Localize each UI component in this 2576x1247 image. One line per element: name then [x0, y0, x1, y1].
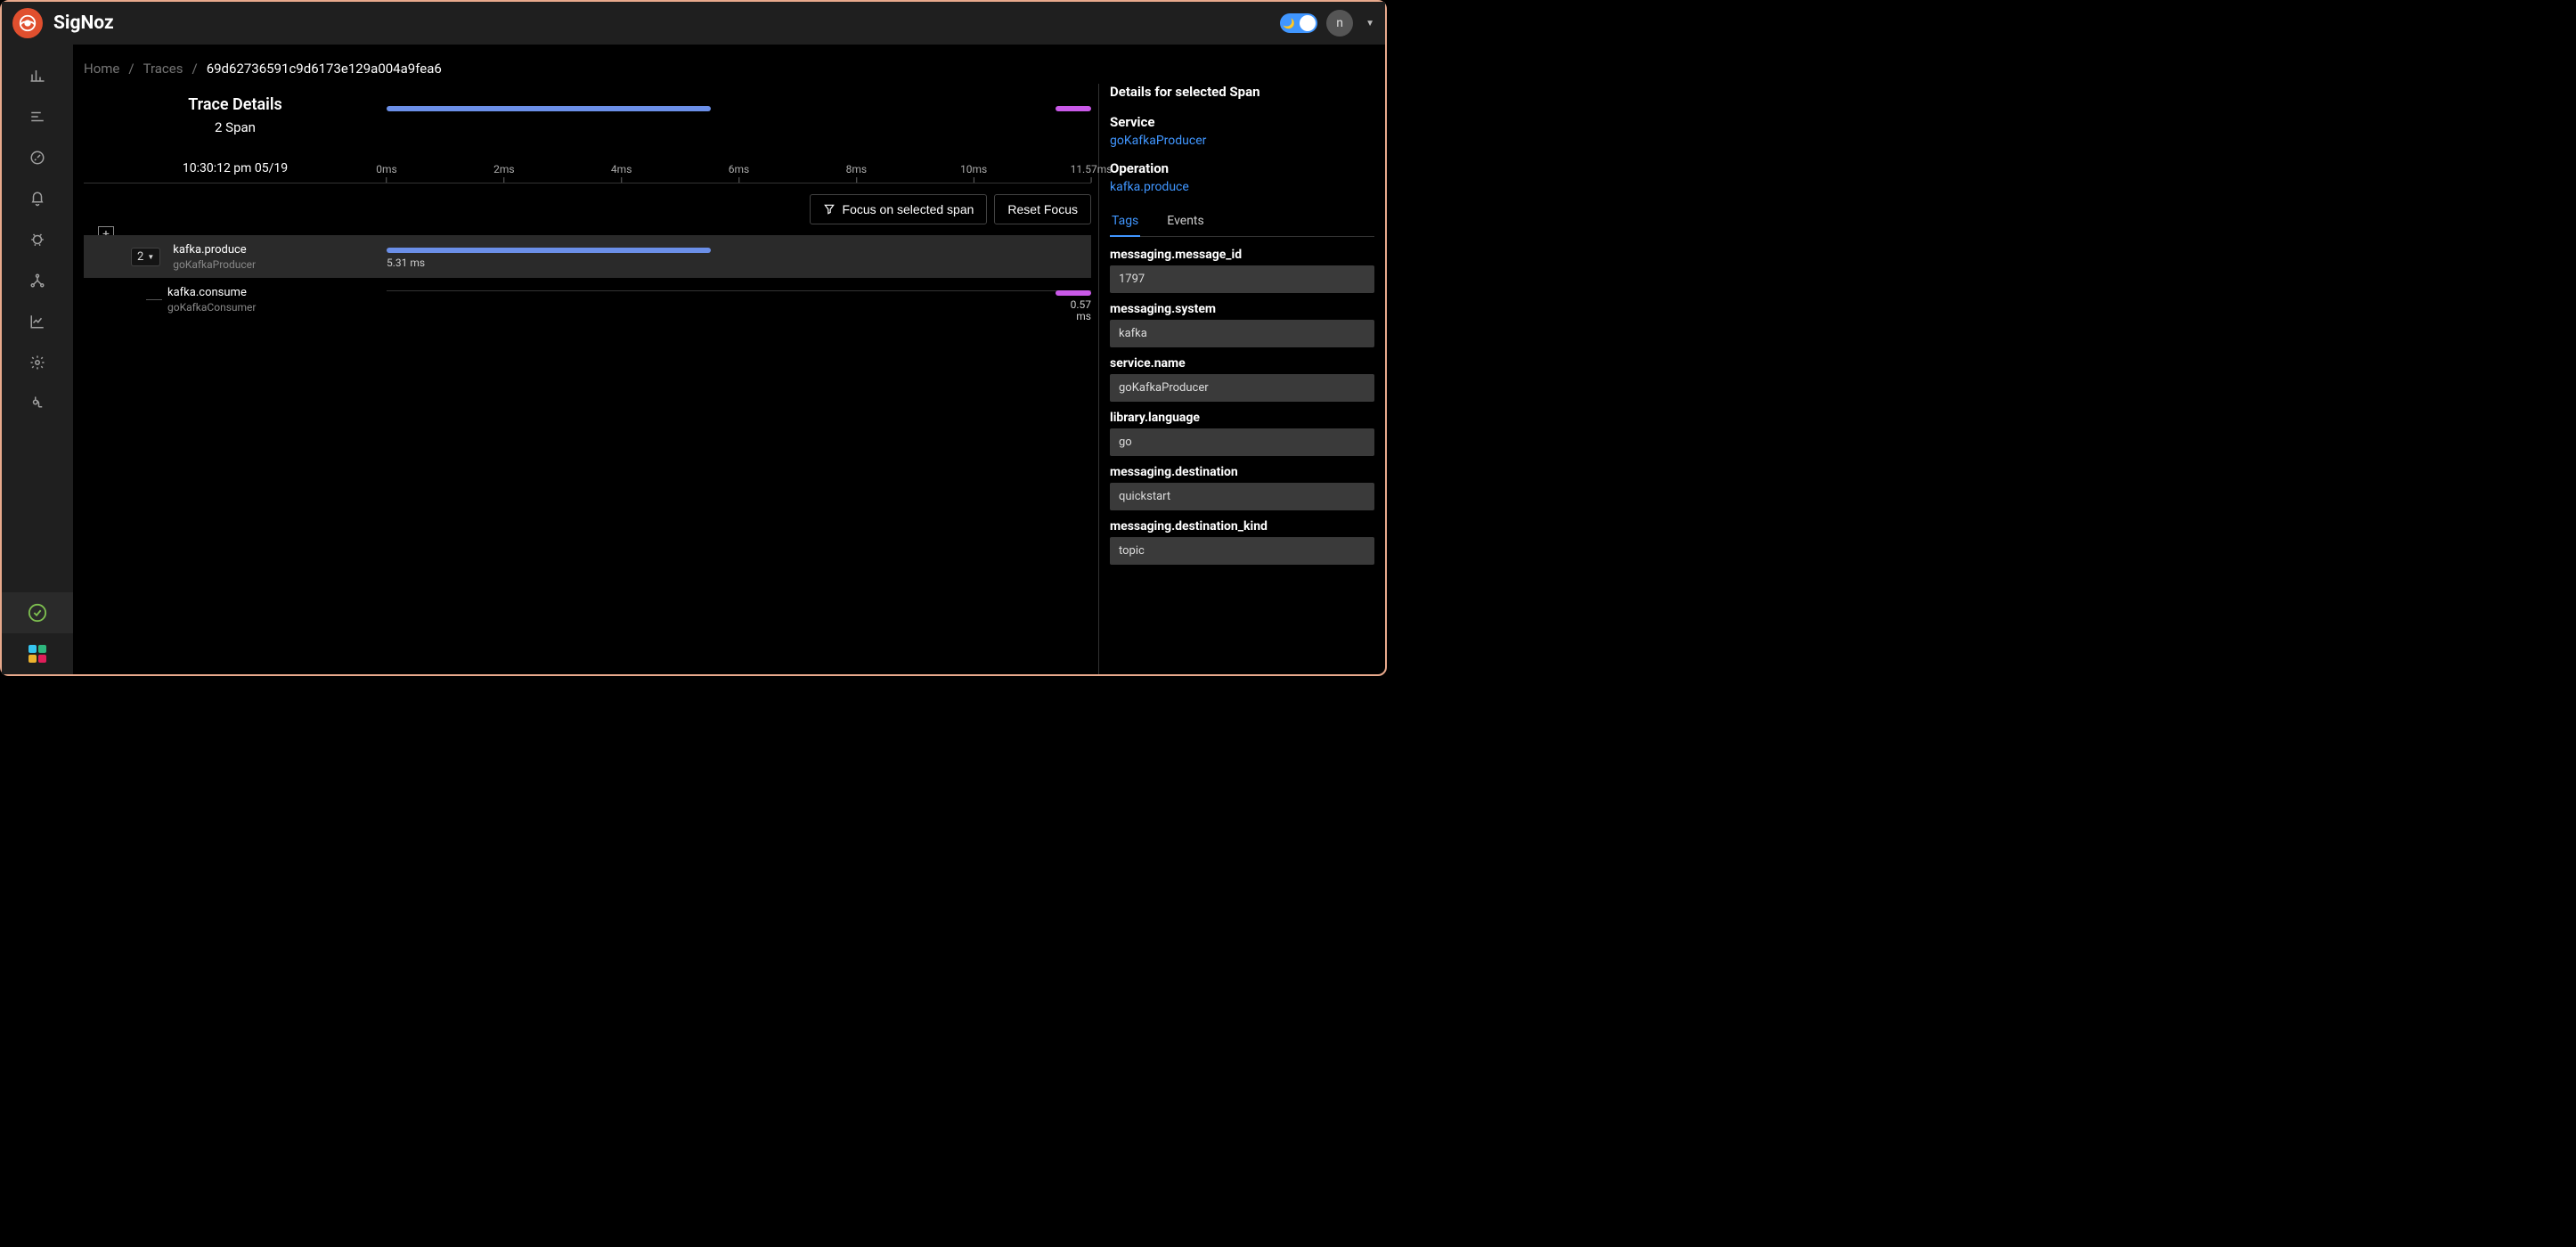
- main-content: Home / Traces / 69d62736591c9d6173e129a0…: [73, 45, 1385, 674]
- span-bar: [1056, 290, 1091, 296]
- details-tabs: Tags Events: [1110, 207, 1374, 237]
- crumb-traces[interactable]: Traces: [143, 61, 183, 77]
- reset-label: Reset Focus: [1007, 202, 1078, 216]
- brand-name: SigNoz: [53, 12, 114, 34]
- span-service: goKafkaConsumer: [167, 301, 256, 314]
- reset-focus-button[interactable]: Reset Focus: [994, 194, 1091, 224]
- overview-minimap[interactable]: [387, 97, 1091, 133]
- nav-usage[interactable]: [2, 301, 73, 342]
- crumb-sep: /: [192, 61, 197, 77]
- tag-key: service.name: [1110, 356, 1374, 371]
- trace-timestamp: 10:30:12 pm 05/19: [84, 161, 387, 183]
- sidebar: [2, 45, 73, 674]
- span-service: goKafkaProducer: [173, 258, 256, 271]
- filter-icon: [823, 203, 836, 216]
- tag-value: go: [1110, 428, 1374, 456]
- tick: 8ms: [846, 163, 867, 183]
- span-row[interactable]: 2 ▼ kafka.producegoKafkaProducer 5.31 ms: [84, 235, 1091, 278]
- tag-key: messaging.message_id: [1110, 248, 1374, 262]
- logo-icon: [12, 8, 43, 38]
- tag-value: kafka: [1110, 320, 1374, 347]
- tick: 2ms: [493, 163, 514, 183]
- user-initial: n: [1336, 16, 1343, 30]
- span-name: kafka.consume: [167, 286, 256, 299]
- nav-metrics[interactable]: [2, 55, 73, 96]
- nav-instrument[interactable]: [2, 383, 73, 424]
- details-header: Details for selected Span: [1110, 84, 1374, 100]
- tag-key: library.language: [1110, 411, 1374, 425]
- tag-list: messaging.message_id 1797 messaging.system…: [1110, 248, 1374, 565]
- trace-title: Trace Details: [84, 95, 387, 114]
- crumb-home[interactable]: Home: [84, 61, 119, 77]
- nav-status[interactable]: [2, 592, 73, 633]
- focus-label: Focus on selected span: [843, 202, 974, 216]
- brand: SigNoz: [12, 8, 114, 38]
- span-bar: [387, 248, 711, 253]
- nav-settings[interactable]: [2, 342, 73, 383]
- nav-service-map[interactable]: [2, 260, 73, 301]
- span-count: 2 Span: [84, 119, 387, 135]
- topbar: SigNoz 🌙 n ▼: [2, 2, 1385, 45]
- span-details-panel: Details for selected Span Service goKafk…: [1098, 84, 1374, 674]
- span-duration: 5.31 ms: [387, 257, 425, 269]
- tag-key: messaging.destination: [1110, 465, 1374, 479]
- trace-main: Trace Details 2 Span 10:30:12 pm 05/19 0…: [84, 84, 1098, 674]
- tag-value: goKafkaProducer: [1110, 374, 1374, 402]
- tick: 4ms: [611, 163, 632, 183]
- span-child-count[interactable]: 2 ▼: [131, 248, 160, 266]
- tick: 0ms: [376, 163, 396, 183]
- tab-tags[interactable]: Tags: [1110, 207, 1140, 237]
- crumb-sep: /: [128, 61, 134, 77]
- tick: 11.57ms: [1071, 163, 1113, 183]
- span-row[interactable]: kafka.consume goKafkaConsumer 0.57 ms: [84, 278, 1091, 321]
- span-name: kafka.produce: [173, 243, 256, 257]
- slack-icon: [29, 645, 46, 663]
- tag-value: quickstart: [1110, 483, 1374, 510]
- tick: 6ms: [729, 163, 749, 183]
- nav-slack[interactable]: [2, 633, 73, 674]
- user-avatar[interactable]: n: [1326, 10, 1353, 37]
- tag-value: topic: [1110, 537, 1374, 565]
- moon-icon: 🌙: [1283, 18, 1295, 29]
- span-duration: 0.57 ms: [1056, 299, 1091, 322]
- crumb-trace-id: 69d62736591c9d6173e129a004a9fea6: [207, 61, 442, 77]
- toggle-knob: [1300, 15, 1316, 31]
- focus-span-button[interactable]: Focus on selected span: [810, 194, 988, 224]
- tag-key: messaging.system: [1110, 302, 1374, 316]
- tab-events[interactable]: Events: [1165, 207, 1205, 236]
- nav-exceptions[interactable]: [2, 219, 73, 260]
- topbar-right: 🌙 n ▼: [1280, 10, 1374, 37]
- nav-traces[interactable]: [2, 96, 73, 137]
- nav-alerts[interactable]: [2, 178, 73, 219]
- span-rows: + 2 ▼kafka.producegoKafkaProducer5.31 ms…: [84, 235, 1091, 321]
- breadcrumb: Home / Traces / 69d62736591c9d6173e129a0…: [84, 61, 1374, 77]
- minimap-bar-produce: [387, 106, 711, 111]
- operation-label: Operation: [1110, 160, 1374, 176]
- tag-value: 1797: [1110, 265, 1374, 293]
- chevron-down-icon[interactable]: ▼: [1365, 19, 1374, 29]
- minimap-bar-consume: [1056, 106, 1091, 111]
- theme-toggle[interactable]: 🌙: [1280, 13, 1317, 33]
- service-label: Service: [1110, 114, 1374, 130]
- nav-dashboard[interactable]: [2, 137, 73, 178]
- operation-link[interactable]: kafka.produce: [1110, 180, 1374, 194]
- tick: 10ms: [960, 163, 987, 183]
- tag-key: messaging.destination_kind: [1110, 519, 1374, 534]
- time-scale: 0ms2ms4ms6ms8ms10ms11.57ms: [387, 146, 1091, 183]
- service-link[interactable]: goKafkaProducer: [1110, 134, 1374, 148]
